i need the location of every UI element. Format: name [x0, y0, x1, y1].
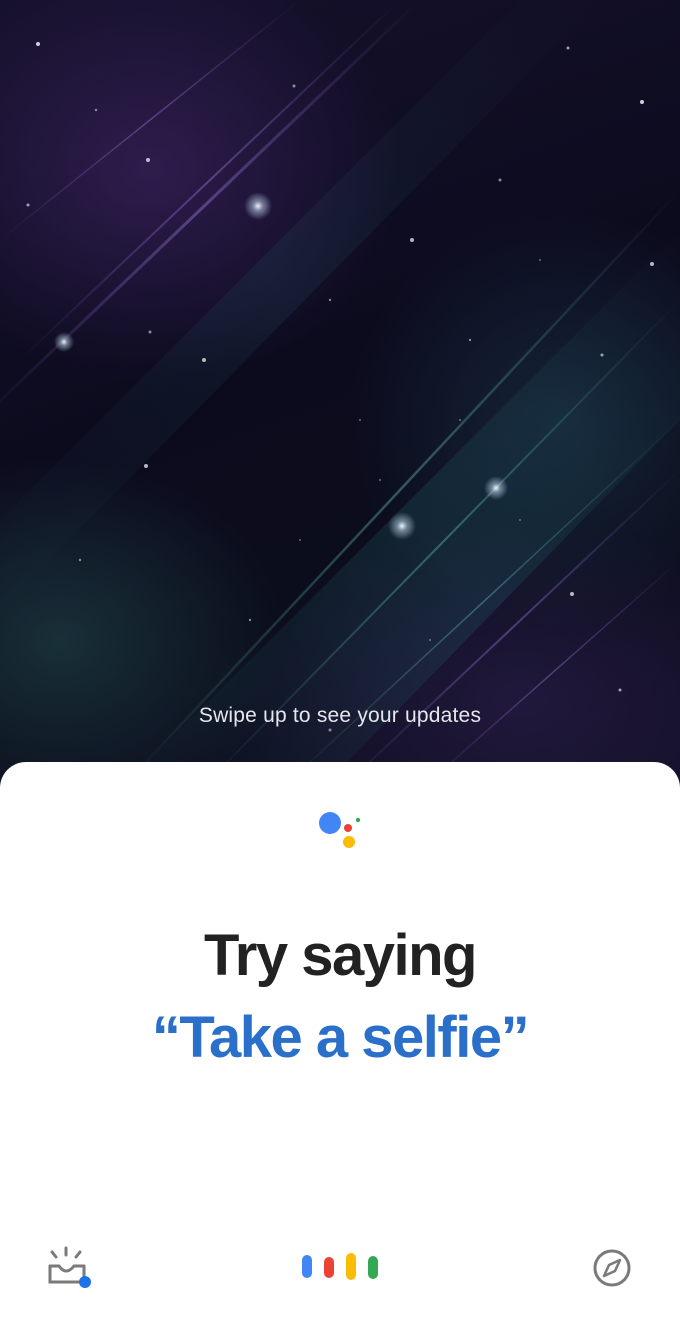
updates-button[interactable]	[44, 1246, 96, 1292]
wallpaper	[0, 0, 680, 790]
updates-inbox-icon	[48, 1246, 91, 1288]
assistant-mic-dots-icon	[302, 1253, 378, 1280]
notification-dot	[79, 1276, 91, 1288]
try-saying-heading: Try saying	[204, 923, 477, 988]
explore-button[interactable]	[590, 1246, 634, 1290]
swipe-up-hint[interactable]: Swipe up to see your updates	[0, 704, 680, 728]
suggestion-phrase[interactable]: “Take a selfie”	[0, 1004, 680, 1071]
assistant-mic-button[interactable]	[300, 1252, 380, 1282]
google-assistant-logo-icon	[319, 812, 361, 848]
compass-explore-icon	[593, 1249, 631, 1287]
starfield-streaks	[0, 0, 680, 790]
